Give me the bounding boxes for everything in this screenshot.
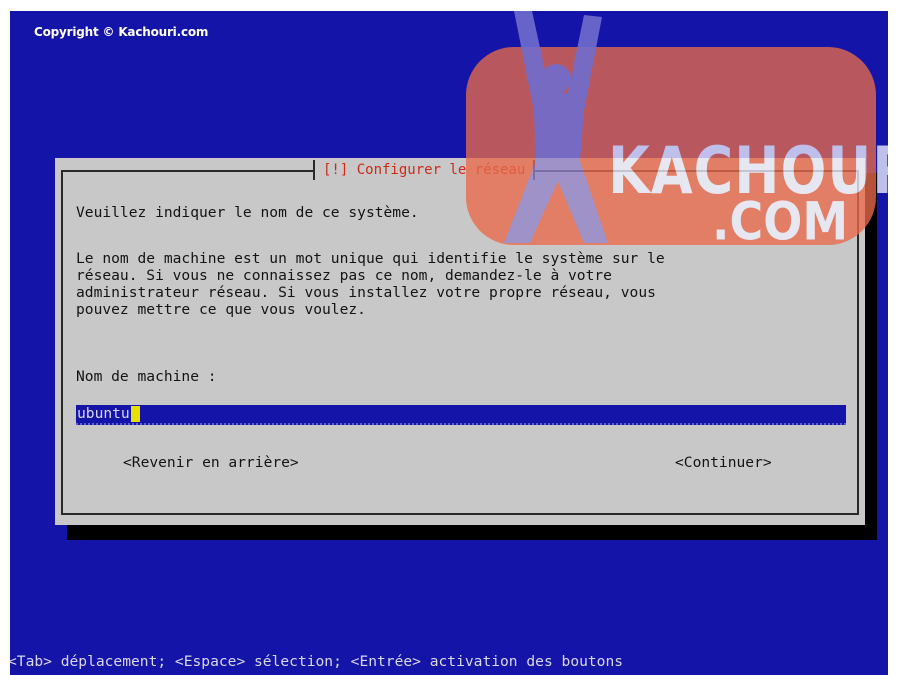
keyboard-help: <Tab> déplacement; <Espace> sélection; <… (10, 653, 624, 670)
hostname-input[interactable]: ubuntu (76, 405, 846, 425)
configure-network-dialog: [!] Configurer le réseau Veuillez indiqu… (55, 158, 865, 525)
copyright-text: Copyright © Kachouri.com (34, 25, 209, 39)
back-button[interactable]: <Revenir en arrière> (123, 454, 299, 471)
dialog-title: [!] Configurer le réseau (313, 160, 536, 180)
installer-screen: Copyright © Kachouri.com [!] Configurer … (10, 11, 888, 675)
dialog-prompt: Veuillez indiquer le nom de ce système. (76, 204, 419, 221)
hostname-value[interactable]: ubuntu (76, 405, 130, 423)
continue-button[interactable]: <Continuer> (675, 454, 772, 471)
dialog-description: Le nom de machine est un mot unique qui … (76, 250, 665, 318)
hostname-label: Nom de machine : (76, 368, 217, 385)
text-cursor (130, 406, 140, 422)
